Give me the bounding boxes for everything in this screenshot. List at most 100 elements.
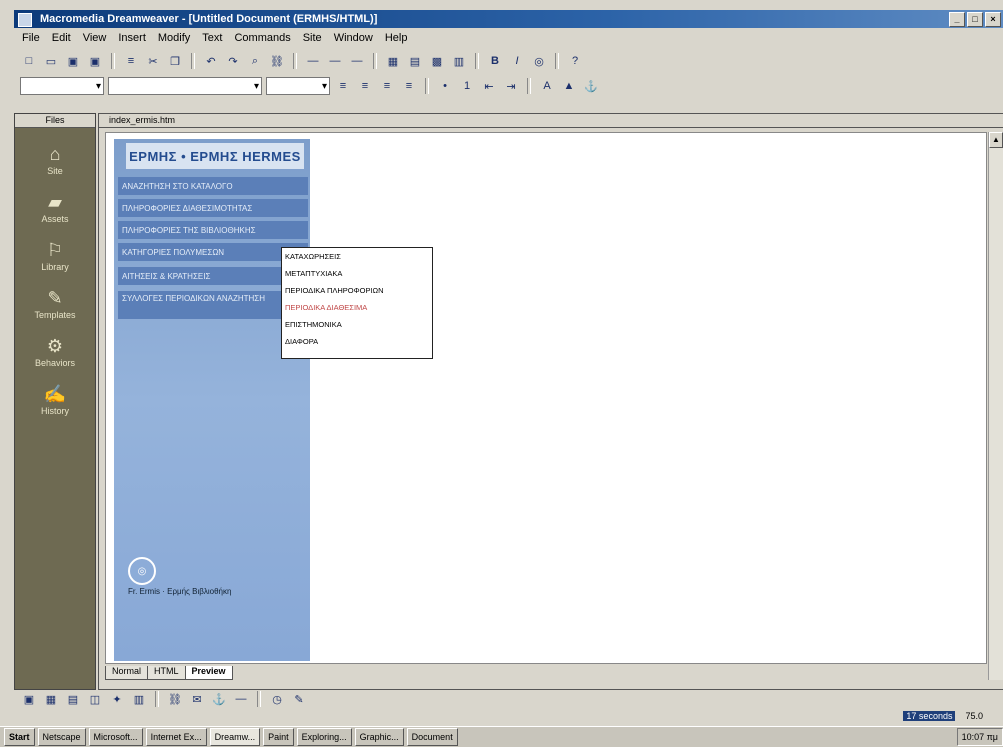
justify-icon[interactable]: ≡ bbox=[400, 77, 418, 95]
taskbar-button[interactable]: Exploring... bbox=[296, 728, 352, 746]
document-title: index_ermis.htm bbox=[99, 114, 1003, 128]
menu-modify[interactable]: Modify bbox=[158, 32, 190, 44]
menu-insert[interactable]: Insert bbox=[118, 32, 146, 44]
style-select[interactable]: ▾ bbox=[20, 77, 104, 95]
insert-flash-icon[interactable]: ✦ bbox=[108, 690, 126, 708]
indent-icon[interactable]: ⇥ bbox=[502, 77, 520, 95]
scroll-up-icon[interactable]: ▲ bbox=[989, 132, 1003, 148]
launcher-item-templates[interactable]: ✎ Templates bbox=[15, 286, 95, 321]
redo-icon[interactable]: ↷ bbox=[224, 52, 242, 70]
link-icon[interactable]: ⛓ bbox=[268, 52, 286, 70]
clock: 10:07 πμ bbox=[961, 732, 998, 742]
number-list-icon[interactable]: 1 bbox=[458, 77, 476, 95]
menu-file[interactable]: File bbox=[22, 32, 40, 44]
new-document-icon[interactable]: □ bbox=[20, 52, 38, 70]
menu-view[interactable]: View bbox=[83, 32, 107, 44]
maximize-button[interactable]: □ bbox=[967, 12, 983, 27]
nav-item[interactable]: ΣΥΛΛΟΓΕΣ ΠΕΡΙΟΔΙΚΩΝ ΑΝΑΖΗΤΗΣΗ bbox=[118, 291, 308, 319]
open-icon[interactable]: ▭ bbox=[42, 52, 60, 70]
start-button[interactable]: Start bbox=[4, 728, 35, 746]
outdent-icon[interactable]: ⇤ bbox=[480, 77, 498, 95]
toolbar-separator bbox=[373, 53, 377, 69]
menu-text[interactable]: Text bbox=[202, 32, 222, 44]
launcher-item-assets[interactable]: ▰ Assets bbox=[15, 190, 95, 225]
insert-link-icon[interactable]: ⛓ bbox=[166, 690, 184, 708]
taskbar-button-active[interactable]: Dreamw... bbox=[209, 728, 261, 746]
objects-toolbar: ▣ ▦ ▤ ◫ ✦ ▥ ⛓ ✉ ⚓ — ◷ ✎ bbox=[14, 690, 1003, 708]
tab-normal[interactable]: Normal bbox=[105, 666, 149, 680]
align-right-icon[interactable]: ≡ bbox=[378, 77, 396, 95]
font-select[interactable]: ▾ bbox=[108, 77, 262, 95]
insert-table-icon[interactable]: ▦ bbox=[42, 690, 60, 708]
close-button[interactable]: × bbox=[985, 12, 1001, 27]
taskbar-button[interactable]: Internet Ex... bbox=[145, 728, 207, 746]
taskbar-button[interactable]: Graphic... bbox=[354, 728, 404, 746]
save-all-icon[interactable]: ▣ bbox=[86, 52, 104, 70]
background-color-icon[interactable]: ▲ bbox=[560, 77, 578, 95]
nav-item[interactable]: ΠΛΗΡΟΦΟΡΙΕΣ ΔΙΑΘΕΣΙΜΟΤΗΤΑΣ bbox=[118, 199, 308, 217]
save-icon[interactable]: ▣ bbox=[64, 52, 82, 70]
rule-icon[interactable]: — bbox=[348, 52, 366, 70]
taskbar-button[interactable]: Netscape bbox=[37, 728, 86, 746]
popup-item[interactable]: ΚΑΤΑΧΩΡΗΣΕΙΣ bbox=[282, 248, 432, 265]
taskbar-button[interactable]: Paint bbox=[263, 728, 294, 746]
menu-window[interactable]: Window bbox=[334, 32, 373, 44]
popup-item[interactable]: ΔΙΑΦΟΡΑ bbox=[282, 333, 432, 350]
popup-item[interactable]: ΕΠΙΣΤΗΜΟΝΙΚΑ bbox=[282, 316, 432, 333]
image-icon[interactable]: ▩ bbox=[428, 52, 446, 70]
menu-help[interactable]: Help bbox=[385, 32, 408, 44]
insert-rule-icon[interactable]: — bbox=[232, 690, 250, 708]
insert-anchor-icon[interactable]: ⚓ bbox=[210, 690, 228, 708]
minimize-button[interactable]: _ bbox=[949, 12, 965, 27]
insert-form-icon[interactable]: ▥ bbox=[130, 690, 148, 708]
bullet-list-icon[interactable]: • bbox=[436, 77, 454, 95]
design-canvas[interactable]: ΕΡΜΗΣ • ΕΡΜΗΣ HERMES ΑΝΑΖΗΤΗΣΗ ΣΤΟ ΚΑΤΑΛ… bbox=[105, 132, 987, 664]
nav-item[interactable]: ΚΑΤΗΓΟΡΙΕΣ ΠΟΛΥΜΕΣΩΝ bbox=[118, 243, 308, 261]
size-select[interactable]: ▾ bbox=[266, 77, 330, 95]
text-color-icon[interactable]: A bbox=[538, 77, 556, 95]
nav-item[interactable]: ΑΝΑΖΗΤΗΣΗ ΣΤΟ ΚΑΤΑΛΟΓΟ bbox=[118, 177, 308, 195]
help-icon[interactable]: ? bbox=[566, 52, 584, 70]
bold-icon[interactable]: B bbox=[486, 52, 504, 70]
launcher-item-library[interactable]: ⚐ Library bbox=[15, 238, 95, 273]
align-left-icon[interactable]: ≡ bbox=[334, 77, 352, 95]
popup-item[interactable]: ΠΕΡΙΟΔΙΚΑ ΠΛΗΡΟΦΟΡΙΩΝ bbox=[282, 282, 432, 299]
layer-icon[interactable]: ▤ bbox=[406, 52, 424, 70]
anchor-icon[interactable]: ⚓ bbox=[582, 77, 600, 95]
rule-icon[interactable]: — bbox=[304, 52, 322, 70]
form-icon[interactable]: ▥ bbox=[450, 52, 468, 70]
nav-item[interactable]: ΠΛΗΡΟΦΟΡΙΕΣ ΤΗΣ ΒΙΒΛΙΟΘΗΚΗΣ bbox=[118, 221, 308, 239]
taskbar-button[interactable]: Document bbox=[406, 728, 458, 746]
print-icon[interactable]: ≡ bbox=[122, 52, 140, 70]
launcher-panel: Files ⌂ Site ▰ Assets ⚐ Library ✎ Templa… bbox=[14, 113, 96, 690]
launcher-item-site[interactable]: ⌂ Site bbox=[15, 142, 95, 177]
insert-rollover-icon[interactable]: ◫ bbox=[86, 690, 104, 708]
insert-date-icon[interactable]: ◷ bbox=[268, 690, 286, 708]
tab-preview[interactable]: Preview bbox=[184, 666, 233, 680]
italic-icon[interactable]: I bbox=[508, 52, 526, 70]
menu-edit[interactable]: Edit bbox=[52, 32, 71, 44]
taskbar-button[interactable]: Microsoft... bbox=[88, 728, 143, 746]
undo-icon[interactable]: ↶ bbox=[202, 52, 220, 70]
menu-site[interactable]: Site bbox=[303, 32, 322, 44]
vertical-scrollbar[interactable]: ▲ bbox=[988, 132, 1003, 680]
insert-image-icon[interactable]: ▣ bbox=[20, 690, 38, 708]
insert-layer-icon[interactable]: ▤ bbox=[64, 690, 82, 708]
tab-html[interactable]: HTML bbox=[147, 666, 186, 680]
launcher-item-behaviors[interactable]: ⚙ Behaviors bbox=[15, 334, 95, 369]
launcher-item-history[interactable]: ✍ History bbox=[15, 382, 95, 417]
rule-icon[interactable]: — bbox=[326, 52, 344, 70]
find-icon[interactable]: ⌕ bbox=[246, 52, 264, 70]
nav-item[interactable]: ΑΙΤΗΣΕΙΣ & ΚΡΑΤΗΣΕΙΣ bbox=[118, 267, 308, 285]
preview-icon[interactable]: ◎ bbox=[530, 52, 548, 70]
popup-item[interactable]: ΜΕΤΑΠΤΥΧΙΑΚΑ bbox=[282, 265, 432, 282]
table-icon[interactable]: ▦ bbox=[384, 52, 402, 70]
cut-icon[interactable]: ✂ bbox=[144, 52, 162, 70]
copy-icon[interactable]: ❐ bbox=[166, 52, 184, 70]
popup-item-selected[interactable]: ΠΕΡΙΟΔΙΚΑ ΔΙΑΘΕΣΙΜΑ bbox=[282, 299, 432, 316]
insert-comment-icon[interactable]: ✎ bbox=[290, 690, 308, 708]
align-center-icon[interactable]: ≡ bbox=[356, 77, 374, 95]
insert-email-icon[interactable]: ✉ bbox=[188, 690, 206, 708]
status-bar: 17 seconds 75.0 bbox=[14, 708, 1003, 724]
menu-commands[interactable]: Commands bbox=[234, 32, 290, 44]
